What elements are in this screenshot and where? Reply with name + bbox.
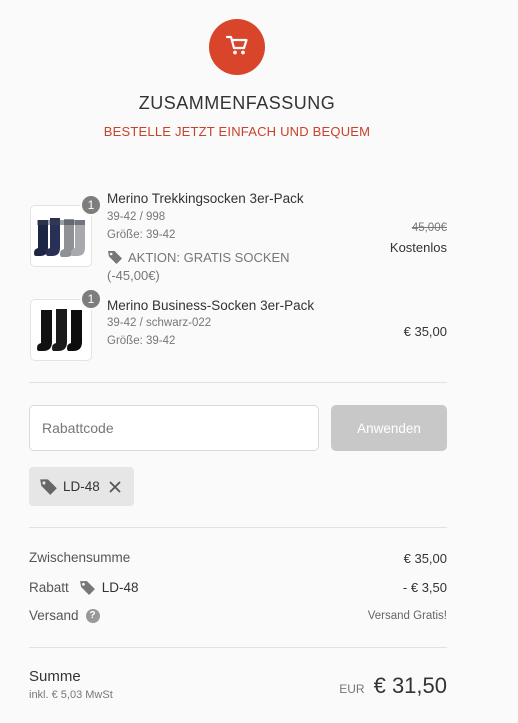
cart-badge	[209, 19, 265, 75]
total-amount: EUR € 31,50	[339, 673, 447, 699]
shipping-row: Versand ?	[29, 608, 100, 623]
item-name: Merino Business-Socken 3er-Pack	[107, 298, 315, 313]
total-value: € 31,50	[373, 673, 447, 698]
promo-label-text: AKTION: GRATIS SOCKEN	[128, 249, 290, 265]
product-image-trekking-socks	[30, 205, 92, 267]
item-quantity-badge: 1	[80, 194, 102, 216]
tag-icon	[39, 477, 58, 496]
item-price-original: 45,00€	[411, 222, 447, 234]
item-variant: 39-42 / schwarz-022	[107, 317, 212, 329]
promo-amount: (-45,00€)	[107, 268, 160, 283]
shipping-label: Versand	[29, 608, 79, 623]
currency-code: EUR	[339, 682, 365, 696]
summary-heading: ZUSAMMENFASSUNG	[138, 93, 336, 113]
tag-icon	[107, 249, 123, 265]
item-price: Kostenlos	[389, 240, 447, 255]
summary-subheading: BESTELLE JETZT EINFACH UND BEQUEM	[103, 124, 371, 139]
applied-discount-code: LD-48	[63, 479, 100, 494]
item-name: Merino Trekkingsocken 3er-Pack	[107, 191, 304, 206]
product-image-business-socks	[30, 299, 92, 361]
item-price: € 35,00	[403, 324, 447, 339]
discount-value: - € 3,50	[402, 580, 447, 595]
item-size: Größe: 39-42	[107, 335, 176, 347]
apply-discount-button[interactable]: Anwenden	[331, 405, 447, 451]
divider	[29, 647, 447, 648]
discount-label: Rabatt	[29, 580, 69, 595]
subtotal-value: € 35,00	[403, 551, 447, 566]
promo-label: AKTION: GRATIS SOCKEN	[107, 249, 290, 265]
help-icon[interactable]: ?	[85, 608, 100, 623]
shipping-value: Versand Gratis!	[367, 610, 447, 622]
shopping-cart-icon	[225, 34, 249, 61]
discount-code-input[interactable]	[29, 405, 319, 451]
discount-code: LD-48	[101, 580, 139, 595]
item-variant: 39-42 / 998	[107, 211, 166, 223]
discount-row: Rabatt LD-48	[29, 579, 139, 596]
tag-icon	[79, 579, 96, 596]
item-quantity-badge: 1	[80, 288, 102, 310]
divider	[29, 527, 447, 528]
total-label: Summe	[29, 668, 81, 685]
item-size: Größe: 39-42	[107, 229, 176, 241]
remove-discount-icon[interactable]	[109, 481, 121, 493]
applied-discount-chip: LD-48	[29, 467, 134, 506]
tax-note: inkl. € 5,03 MwSt	[29, 689, 113, 701]
subtotal-label: Zwischensumme	[29, 550, 131, 565]
divider	[29, 382, 447, 383]
